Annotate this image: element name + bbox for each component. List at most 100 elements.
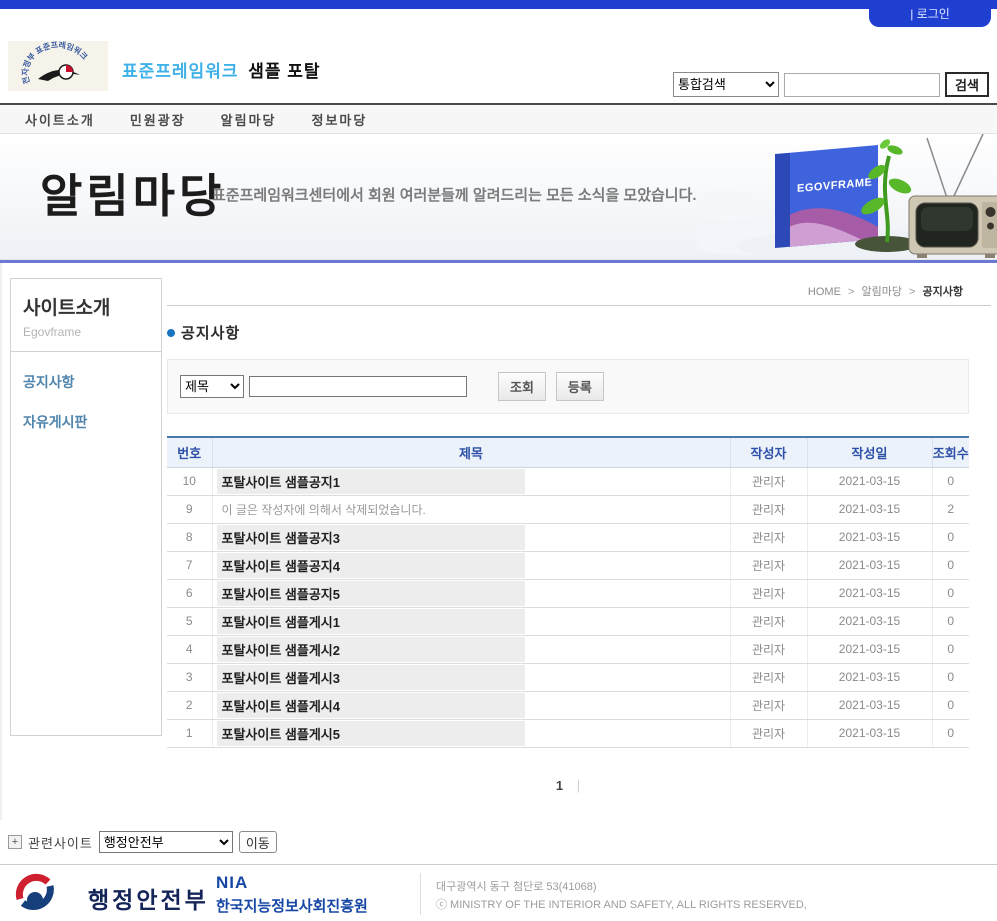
breadcrumb-separator: > bbox=[909, 286, 915, 298]
row-title-cell: 포탈사이트 샘플공지3 bbox=[212, 523, 730, 551]
row-no: 10 bbox=[167, 467, 212, 495]
page: | 로그인 전자정부 표준프레임워크 표준프레임워크 샘플 포탈 통합검색 검색 bbox=[0, 0, 997, 921]
row-no: 3 bbox=[167, 663, 212, 691]
row-title-link[interactable]: 포탈사이트 샘플공지5 bbox=[217, 581, 525, 606]
site-title-rest: 샘플 포탈 bbox=[248, 62, 320, 81]
board-search-input[interactable] bbox=[249, 376, 467, 397]
table-row: 6 포탈사이트 샘플공지5 관리자 2021-03-15 0 bbox=[167, 579, 969, 607]
table-row: 4 포탈사이트 샘플게시2 관리자 2021-03-15 0 bbox=[167, 635, 969, 663]
footer-copyright: ⓒ MINISTRY OF THE INTERIOR AND SAFETY, A… bbox=[436, 897, 807, 915]
related-sites-bar: + 관련사이트 행정안전부 이동 bbox=[8, 830, 997, 854]
query-button[interactable]: 조회 bbox=[498, 372, 546, 401]
footer-divider bbox=[420, 873, 421, 915]
nav-item-site-intro[interactable]: 사이트소개 bbox=[25, 110, 95, 129]
plus-icon[interactable]: + bbox=[8, 835, 22, 849]
row-views: 0 bbox=[932, 719, 969, 747]
breadcrumb-current: 공지사항 bbox=[923, 286, 963, 298]
page-number-1[interactable]: 1 bbox=[556, 778, 563, 793]
row-author: 관리자 bbox=[730, 579, 807, 607]
row-no: 5 bbox=[167, 607, 212, 635]
nav-item-minwon[interactable]: 민원광장 bbox=[130, 110, 186, 129]
header-search-scope-select[interactable]: 통합검색 bbox=[673, 72, 779, 97]
sidebar-item-notices[interactable]: 공지사항 bbox=[23, 372, 149, 392]
breadcrumb-section[interactable]: 알림마당 bbox=[861, 286, 901, 298]
row-author: 관리자 bbox=[730, 719, 807, 747]
banner: 알림마당 표준프레임워크센터에서 회원 여러분들께 알려드리는 모든 소식을 모… bbox=[0, 134, 997, 260]
content: HOME > 알림마당 > 공지사항 공지사항 제목 조회 등록 bbox=[167, 263, 991, 793]
login-button[interactable]: | 로그인 bbox=[869, 0, 991, 27]
footer-address: 대구광역시 동구 첨단로 53(41068) bbox=[436, 879, 807, 897]
table-row: 10 포탈사이트 샘플공지1 관리자 2021-03-15 0 bbox=[167, 467, 969, 495]
egovframe-logo-icon: 전자정부 표준프레임워크 bbox=[8, 41, 108, 91]
row-title-cell: 포탈사이트 샘플공지1 bbox=[212, 467, 730, 495]
row-views: 0 bbox=[932, 579, 969, 607]
table-row: 1 포탈사이트 샘플게시5 관리자 2021-03-15 0 bbox=[167, 719, 969, 747]
row-title-link[interactable]: 포탈사이트 샘플공지1 bbox=[217, 469, 525, 494]
col-header-author: 작성자 bbox=[730, 437, 807, 467]
row-title-cell: 포탈사이트 샘플게시2 bbox=[212, 635, 730, 663]
sidebar: 사이트소개 Egovframe 공지사항 자유게시판 bbox=[10, 278, 162, 736]
row-author: 관리자 bbox=[730, 495, 807, 523]
row-no: 2 bbox=[167, 691, 212, 719]
row-date: 2021-03-15 bbox=[807, 607, 932, 635]
mois-logo-icon bbox=[14, 873, 56, 915]
row-no: 4 bbox=[167, 635, 212, 663]
row-title-link[interactable]: 포탈사이트 샘플공지4 bbox=[217, 553, 525, 578]
row-title-link[interactable]: 포탈사이트 샘플게시5 bbox=[217, 721, 525, 746]
row-views: 0 bbox=[932, 691, 969, 719]
board-search-field-select[interactable]: 제목 bbox=[180, 375, 244, 398]
row-author: 관리자 bbox=[730, 663, 807, 691]
row-views: 0 bbox=[932, 523, 969, 551]
row-author: 관리자 bbox=[730, 607, 807, 635]
go-button[interactable]: 이동 bbox=[239, 831, 277, 853]
row-author: 관리자 bbox=[730, 467, 807, 495]
row-title-link[interactable]: 포탈사이트 샘플공지3 bbox=[217, 525, 525, 550]
row-author: 관리자 bbox=[730, 691, 807, 719]
row-no: 7 bbox=[167, 551, 212, 579]
row-author: 관리자 bbox=[730, 635, 807, 663]
row-views: 2 bbox=[932, 495, 969, 523]
related-sites-select[interactable]: 행정안전부 bbox=[99, 831, 233, 853]
related-sites-label: 관련사이트 bbox=[28, 833, 93, 852]
table-row: 5 포탈사이트 샘플게시1 관리자 2021-03-15 0 bbox=[167, 607, 969, 635]
table-row: 9 이 글은 작성자에 의해서 삭제되었습니다. 관리자 2021-03-15 … bbox=[167, 495, 969, 523]
sidebar-item-free-board[interactable]: 자유게시판 bbox=[23, 412, 149, 432]
row-date: 2021-03-15 bbox=[807, 551, 932, 579]
header-search-button[interactable]: 검색 bbox=[945, 72, 989, 97]
breadcrumb-separator: > bbox=[848, 286, 854, 298]
row-title-link[interactable]: 포탈사이트 샘플게시3 bbox=[217, 665, 525, 690]
row-title-cell: 포탈사이트 샘플게시4 bbox=[212, 691, 730, 719]
portal-logo[interactable]: 전자정부 표준프레임워크 bbox=[8, 41, 108, 91]
section-bullet-icon bbox=[167, 329, 175, 337]
col-header-views: 조회수 bbox=[932, 437, 969, 467]
row-title-link[interactable]: 포탈사이트 샘플게시1 bbox=[217, 609, 525, 634]
sidebar-title: 사이트소개 bbox=[23, 293, 149, 320]
row-title-cell: 이 글은 작성자에 의해서 삭제되었습니다. bbox=[212, 495, 730, 523]
svg-text:전자정부 표준프레임워크: 전자정부 표준프레임워크 bbox=[20, 41, 90, 85]
row-date: 2021-03-15 bbox=[807, 495, 932, 523]
table-row: 2 포탈사이트 샘플게시4 관리자 2021-03-15 0 bbox=[167, 691, 969, 719]
row-date: 2021-03-15 bbox=[807, 467, 932, 495]
nia-acronym: NIA bbox=[216, 873, 368, 893]
row-no: 9 bbox=[167, 495, 212, 523]
notice-table: 번호 제목 작성자 작성일 조회수 10 포탈사이트 샘플공지1 관리자 202… bbox=[167, 436, 969, 748]
row-title-link: 이 글은 작성자에 의해서 삭제되었습니다. bbox=[217, 498, 525, 521]
header-search-input[interactable] bbox=[784, 73, 940, 97]
nav-item-notice-board[interactable]: 알림마당 bbox=[221, 110, 277, 129]
global-nav: 사이트소개 민원광장 알림마당 정보마당 bbox=[0, 103, 997, 134]
row-title-cell: 포탈사이트 샘플게시5 bbox=[212, 719, 730, 747]
row-views: 0 bbox=[932, 551, 969, 579]
row-views: 0 bbox=[932, 467, 969, 495]
row-title-link[interactable]: 포탈사이트 샘플게시2 bbox=[217, 637, 525, 662]
nav-item-info[interactable]: 정보마당 bbox=[312, 110, 368, 129]
row-title-cell: 포탈사이트 샘플공지4 bbox=[212, 551, 730, 579]
banner-subtitle: 표준프레임워크센터에서 회원 여러분들께 알려드리는 모든 소식을 모았습니다. bbox=[212, 184, 697, 205]
row-no: 6 bbox=[167, 579, 212, 607]
row-title-link[interactable]: 포탈사이트 샘플게시4 bbox=[217, 693, 525, 718]
section-header: 공지사항 bbox=[167, 322, 991, 343]
row-author: 관리자 bbox=[730, 523, 807, 551]
table-row: 7 포탈사이트 샘플공지4 관리자 2021-03-15 0 bbox=[167, 551, 969, 579]
register-button[interactable]: 등록 bbox=[556, 372, 604, 401]
breadcrumb-home[interactable]: HOME bbox=[808, 286, 841, 298]
row-title-cell: 포탈사이트 샘플공지5 bbox=[212, 579, 730, 607]
